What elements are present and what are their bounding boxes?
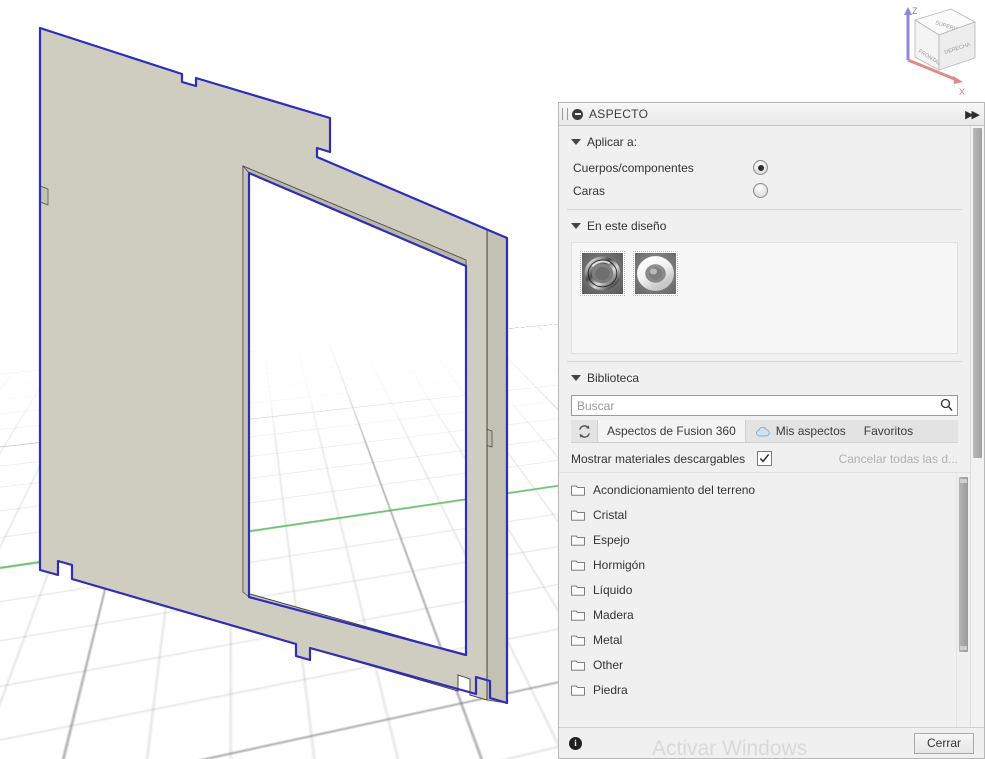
material-swatch-grid[interactable] xyxy=(571,242,958,354)
white-glossy-torus-thumbnail xyxy=(635,253,676,294)
folder-label: Piedra xyxy=(593,682,628,697)
folder-label: Acondicionamiento del terreno xyxy=(593,482,756,497)
folder-icon xyxy=(571,485,585,496)
tab-mis-aspectos[interactable]: Mis aspectos xyxy=(746,420,855,442)
list-item[interactable]: Cristal xyxy=(559,502,956,527)
radio-caras[interactable] xyxy=(753,183,768,198)
material-swatch-dark-metal-torus[interactable] xyxy=(580,251,625,296)
section-header-biblioteca[interactable]: Biblioteca xyxy=(559,362,970,392)
search-input[interactable] xyxy=(571,395,958,416)
folder-icon xyxy=(571,560,585,571)
material-swatch-white-glossy-torus[interactable] xyxy=(633,251,678,296)
list-item[interactable]: Other xyxy=(559,652,956,677)
show-downloadable-label: Mostrar materiales descargables xyxy=(571,451,746,466)
folder-label: Cristal xyxy=(593,507,628,522)
tab-label: Mis aspectos xyxy=(775,424,846,438)
library-tabs[interactable]: Aspectos de Fusion 360 Mis aspectos Favo… xyxy=(571,420,958,443)
panel-footer: i Cerrar xyxy=(559,727,984,758)
minimize-icon[interactable] xyxy=(572,108,583,120)
folder-label: Other xyxy=(593,657,624,672)
close-button[interactable]: Cerrar xyxy=(914,732,974,754)
show-downloadable-checkbox[interactable] xyxy=(757,451,773,466)
library-folder-list-wrapper[interactable]: Acondicionamiento del terreno Cristal Es… xyxy=(559,472,970,727)
search-icon[interactable] xyxy=(940,398,953,412)
viewcube-axis-x-label: X xyxy=(959,87,965,97)
tab-aspectos-de-fusion-360[interactable]: Aspectos de Fusion 360 xyxy=(597,420,746,442)
folder-list-scrollbar[interactable] xyxy=(956,473,970,727)
info-icon[interactable]: i xyxy=(569,736,582,750)
panel-body: Aplicar a: Cuerpos/componentes Caras En … xyxy=(559,126,984,727)
list-item[interactable]: Hormigón xyxy=(559,552,956,577)
tab-label: Aspectos de Fusion 360 xyxy=(607,424,736,438)
folder-icon xyxy=(571,610,585,621)
dark-metal-torus-thumbnail xyxy=(582,253,623,294)
double-chevron-right-icon[interactable]: ▶▶ xyxy=(965,108,980,121)
folder-icon xyxy=(571,510,585,521)
model-geometry xyxy=(38,26,509,705)
list-item[interactable]: Piedra xyxy=(559,677,956,702)
section-en-este-diseno: En este diseño xyxy=(559,210,970,362)
option-row-caras[interactable]: Caras xyxy=(559,179,970,202)
list-item[interactable]: Madera xyxy=(559,602,956,627)
collapse-triangle-icon[interactable] xyxy=(571,139,581,145)
folder-icon xyxy=(571,685,585,696)
list-item[interactable]: Metal xyxy=(559,627,956,652)
radio-cuerpos-componentes[interactable] xyxy=(753,160,768,175)
panel-scroll-thumb[interactable] xyxy=(973,128,982,458)
collapse-triangle-icon[interactable] xyxy=(571,223,581,229)
check-icon xyxy=(759,454,770,463)
option-row-cuerpos[interactable]: Cuerpos/componentes xyxy=(559,156,970,179)
cancel-all-downloads-link[interactable]: Cancelar todas las d... xyxy=(839,452,958,466)
list-item[interactable]: Líquido xyxy=(559,577,956,602)
show-downloadable-row[interactable]: Mostrar materiales descargables Cancelar… xyxy=(571,451,958,466)
list-item[interactable]: Espejo xyxy=(559,527,956,552)
folder-list-scroll-thumb[interactable] xyxy=(959,477,968,652)
section-title-aplicar-a: Aplicar a: xyxy=(587,135,638,149)
option-label-caras: Caras xyxy=(573,183,606,198)
section-aplicar-a: Aplicar a: Cuerpos/componentes Caras xyxy=(559,126,970,210)
folder-icon xyxy=(571,535,585,546)
collapse-triangle-icon[interactable] xyxy=(571,375,581,381)
folder-label: Líquido xyxy=(593,582,633,597)
folder-label: Metal xyxy=(593,632,623,647)
aspecto-panel[interactable]: ASPECTO ▶▶ Aplicar a: Cuerpos/componente… xyxy=(558,102,985,759)
panel-header[interactable]: ASPECTO ▶▶ xyxy=(559,103,984,126)
option-label-cuerpos: Cuerpos/componentes xyxy=(573,160,694,175)
folder-label: Espejo xyxy=(593,532,630,547)
section-title-en-este-diseno: En este diseño xyxy=(587,219,667,233)
folder-icon xyxy=(571,660,585,671)
cloud-icon xyxy=(755,426,770,436)
folder-icon xyxy=(571,585,585,596)
panel-grip-handle[interactable] xyxy=(562,108,568,120)
section-title-biblioteca: Biblioteca xyxy=(587,371,640,385)
refresh-icon[interactable] xyxy=(571,420,597,442)
tab-favoritos[interactable]: Favoritos xyxy=(855,420,922,442)
viewcube-axis-z-label: Z xyxy=(912,6,918,16)
panel-content: Aplicar a: Cuerpos/componentes Caras En … xyxy=(559,126,970,727)
folder-label: Madera xyxy=(593,607,634,622)
section-header-aplicar-a[interactable]: Aplicar a: xyxy=(559,126,970,156)
panel-scrollbar[interactable] xyxy=(970,126,984,727)
panel-title: ASPECTO xyxy=(589,107,649,121)
list-item[interactable]: Acondicionamiento del terreno xyxy=(559,477,956,502)
folder-icon xyxy=(571,635,585,646)
folder-label: Hormigón xyxy=(593,557,646,572)
tab-label: Favoritos xyxy=(863,424,914,438)
section-biblioteca: Biblioteca Buscar Aspectos de Fusion 360… xyxy=(559,362,970,466)
section-header-en-este-diseno[interactable]: En este diseño xyxy=(559,210,970,240)
view-cube[interactable]: Z X SUPERIOR FRONTAL DERECHA xyxy=(879,2,979,102)
search-field-wrapper[interactable] xyxy=(571,395,958,416)
radio-dot xyxy=(757,164,764,171)
library-folder-list[interactable]: Acondicionamiento del terreno Cristal Es… xyxy=(559,473,956,727)
app-root: Z X SUPERIOR FRONTAL DERECHA ASPECTO ▶▶ xyxy=(0,0,985,759)
